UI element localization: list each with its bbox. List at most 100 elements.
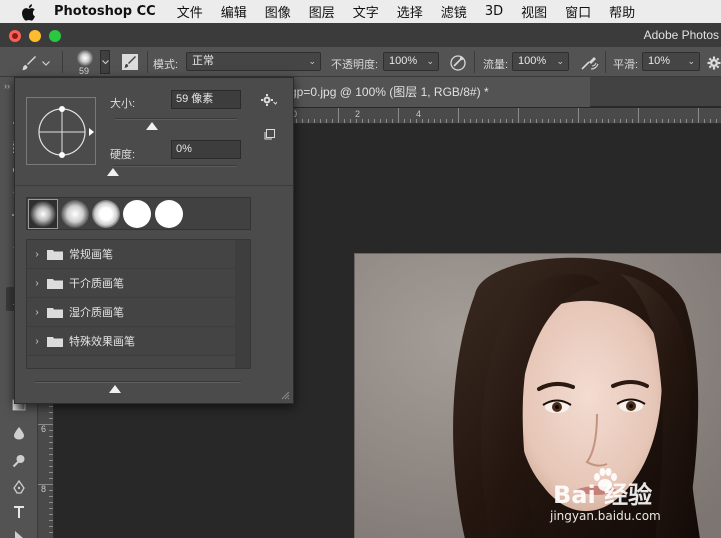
- airbrush-icon[interactable]: [578, 54, 600, 72]
- menu-edit[interactable]: 编辑: [221, 2, 247, 21]
- preview-size-slider-thumb[interactable]: [109, 385, 121, 393]
- divider: [62, 51, 63, 73]
- brush-preset-soft-round[interactable]: [60, 199, 90, 229]
- menu-3d[interactable]: 3D: [485, 4, 503, 19]
- ruler-tick: [410, 119, 411, 123]
- pen-tool-icon[interactable]: [6, 475, 32, 499]
- brush-folder-label: 常规画笔: [69, 249, 113, 261]
- size-field[interactable]: 59 像素: [171, 90, 241, 109]
- pressure-opacity-icon[interactable]: [449, 54, 467, 72]
- ruler-tick: [458, 108, 459, 123]
- ruler-tick: [308, 119, 309, 123]
- apple-logo-icon[interactable]: [20, 3, 36, 21]
- menu-file[interactable]: 文件: [177, 2, 203, 21]
- ruler-tick: [680, 119, 681, 123]
- ruler-tick: [38, 424, 53, 425]
- ruler-tick: [386, 119, 387, 123]
- window-zoom-button[interactable]: [49, 30, 61, 42]
- menu-help[interactable]: 帮助: [609, 2, 635, 21]
- ruler-tick: [338, 108, 339, 123]
- ruler-tick: [49, 502, 53, 503]
- ruler-tick: [476, 119, 477, 123]
- brush-preset-hard-round[interactable]: [122, 199, 152, 229]
- chevron-right-icon[interactable]: ›: [27, 249, 47, 260]
- hard-round-brush-icon: [123, 200, 151, 228]
- hard-round-brush-icon: [155, 200, 183, 228]
- brush-panel-gear-icon[interactable]: [260, 91, 278, 109]
- ruler-tick: [668, 119, 669, 123]
- menu-filter[interactable]: 滤镜: [441, 2, 467, 21]
- menu-window[interactable]: 窗口: [565, 2, 591, 21]
- ruler-tick: [49, 490, 53, 491]
- brush-folder-row[interactable]: › 湿介质画笔: [27, 298, 235, 327]
- toggle-brush-settings-panel-icon[interactable]: [120, 52, 140, 72]
- window-minimize-button[interactable]: [29, 30, 41, 42]
- window-title: Adobe Photos: [643, 28, 719, 42]
- brush-preset-picker-panel: 大小: 59 像素 硬度: 0% › 常规画笔 › 干介质画笔 › 湿介质画笔 …: [14, 77, 294, 404]
- flow-field[interactable]: 100% ⌄: [512, 52, 569, 71]
- brush-folder-row[interactable]: › 干介质画笔: [27, 269, 235, 298]
- chevron-right-icon[interactable]: ›: [27, 278, 47, 289]
- chevron-right-icon[interactable]: ›: [27, 336, 47, 347]
- flow-value: 100%: [518, 55, 547, 67]
- ruler-tick: [49, 448, 53, 449]
- chevron-down-icon: ⌄: [556, 56, 564, 66]
- ruler-tick: [49, 406, 53, 407]
- ruler-tick: [374, 119, 375, 123]
- blur-tool-icon[interactable]: [6, 421, 32, 445]
- document-tab[interactable]: gp=0.jpg @ 100% (图层 1, RGB/8#) *: [290, 77, 590, 107]
- brush-preset-picker[interactable]: 59: [70, 49, 100, 76]
- recent-brushes-strip: [26, 197, 251, 230]
- ruler-tick: [578, 108, 579, 123]
- menu-image[interactable]: 图像: [265, 2, 291, 21]
- menu-view[interactable]: 视图: [521, 2, 547, 21]
- brush-preset-hard-round-2[interactable]: [154, 199, 184, 229]
- brush-preset-soft-round-medium[interactable]: [91, 199, 121, 229]
- soft-round-brush-icon: [92, 200, 120, 228]
- window-close-button[interactable]: [9, 30, 21, 42]
- tool-preset-dropdown-chevron-icon[interactable]: [40, 54, 52, 72]
- brush-preset-soft-round-selected[interactable]: [28, 199, 58, 229]
- hardness-slider-thumb[interactable]: [107, 168, 119, 176]
- opacity-field[interactable]: 100% ⌄: [383, 52, 439, 71]
- ruler-tick: [49, 526, 53, 527]
- ruler-tick: [38, 484, 53, 485]
- ruler-tick: [344, 119, 345, 123]
- size-slider-track[interactable]: [115, 118, 237, 120]
- blend-mode-select[interactable]: 正常 ⌄: [186, 52, 321, 71]
- ruler-tick: [596, 119, 597, 123]
- brush-tool-preset-icon[interactable]: [20, 54, 38, 72]
- menu-layer[interactable]: 图层: [309, 2, 335, 21]
- dodge-tool-icon[interactable]: [6, 449, 32, 473]
- preview-size-slider-track[interactable]: [35, 381, 241, 383]
- menu-app-name[interactable]: Photoshop CC: [54, 4, 156, 19]
- size-slider-thumb[interactable]: [145, 122, 158, 130]
- menu-type[interactable]: 文字: [353, 2, 379, 21]
- type-tool-icon[interactable]: [6, 500, 32, 524]
- collapse-panel-icon[interactable]: ››: [4, 81, 10, 91]
- folder-icon: [47, 336, 63, 347]
- brush-list-scrollbar[interactable]: [235, 240, 250, 368]
- tool-options-bar: 59 模式: 正常 ⌄ 不透明度: 100% ⌄ 流量: 100% ⌄ 平滑: …: [0, 47, 721, 77]
- divider: [147, 51, 148, 73]
- divider: [605, 51, 606, 73]
- chevron-right-icon[interactable]: ›: [27, 307, 47, 318]
- brush-folder-row[interactable]: › 特殊效果画笔: [27, 327, 235, 356]
- menu-select[interactable]: 选择: [397, 2, 423, 21]
- ruler-tick: [440, 119, 441, 123]
- brush-angle-roundness-widget[interactable]: [26, 97, 96, 165]
- ruler-tick: [536, 119, 537, 123]
- hardness-field[interactable]: 0%: [171, 140, 241, 159]
- brush-picker-dropdown-button[interactable]: [100, 50, 110, 74]
- opacity-value: 100%: [389, 55, 418, 67]
- baidu-jingyan-watermark: Bai 经验 jingyan.baidu.com: [550, 468, 720, 538]
- path-selection-tool-icon[interactable]: [6, 525, 32, 538]
- brush-folder-row[interactable]: › 常规画笔: [27, 240, 235, 269]
- smoothing-options-gear-icon[interactable]: [707, 54, 721, 72]
- hardness-slider-track[interactable]: [113, 165, 237, 167]
- ruler-tick: [500, 119, 501, 123]
- blend-mode-value: 正常: [192, 55, 214, 67]
- new-preset-icon[interactable]: [261, 125, 279, 143]
- smoothing-field[interactable]: 10% ⌄: [642, 52, 700, 71]
- resize-grip-icon[interactable]: [280, 390, 290, 400]
